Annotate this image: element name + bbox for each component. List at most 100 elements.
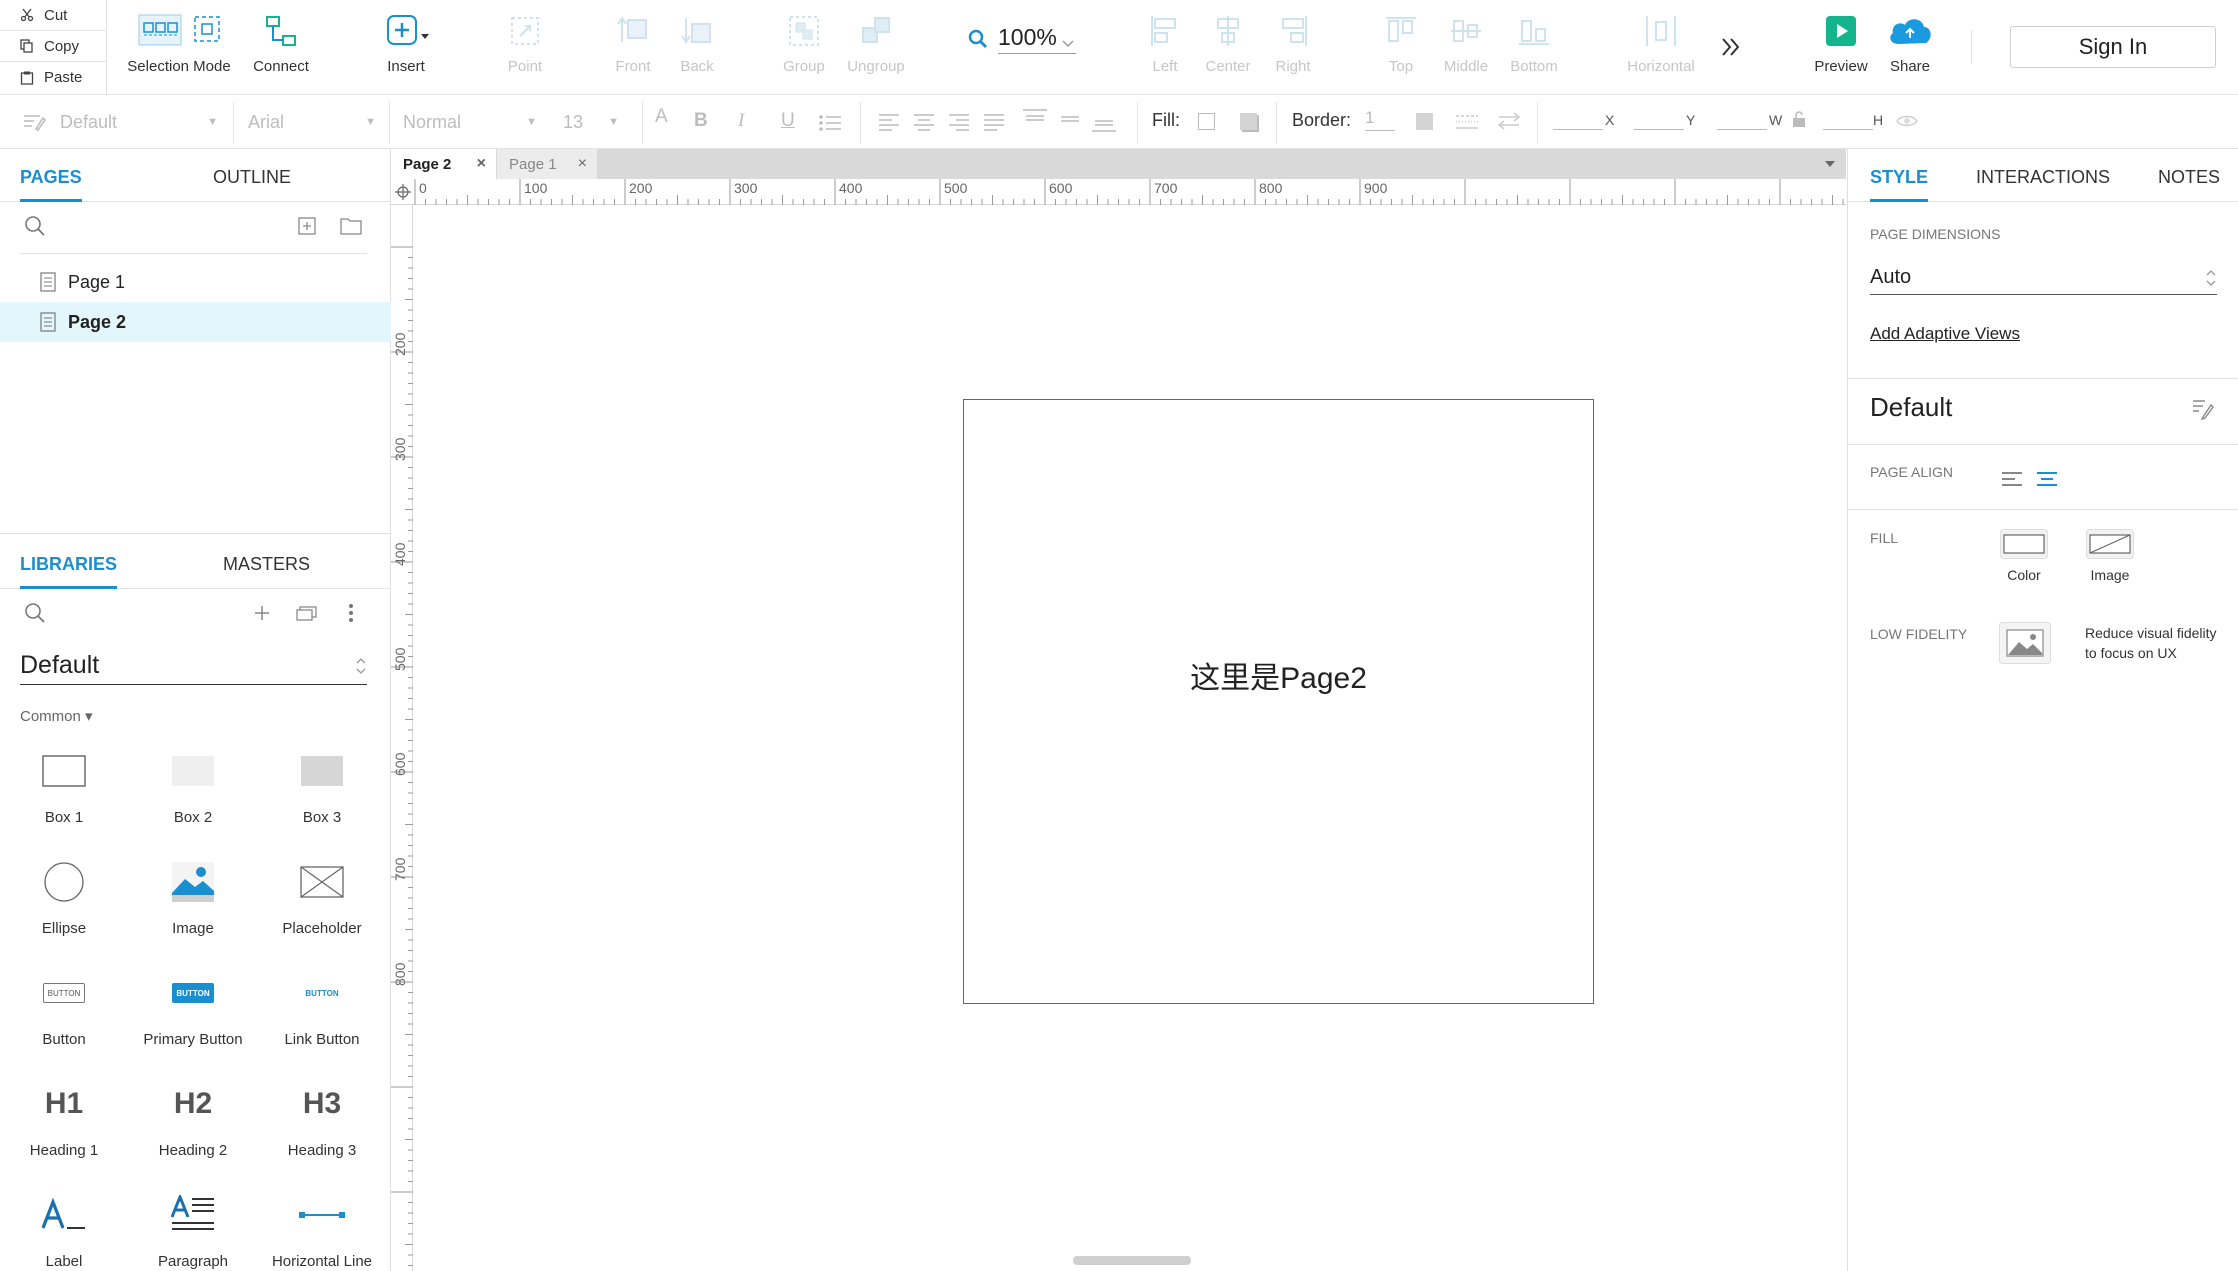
low-fidelity-toggle-icon[interactable] (1999, 622, 2051, 664)
more-options-icon[interactable] (348, 603, 354, 623)
page-align-center-icon[interactable] (2035, 470, 2059, 488)
widget-label: Ellipse (41, 920, 87, 937)
eye-icon[interactable] (1896, 114, 1918, 128)
font-family-dropdown[interactable]: Arial ▼ (248, 108, 380, 136)
ruler-origin-icon[interactable] (395, 184, 411, 200)
copy-button[interactable]: Copy (0, 31, 107, 62)
border-color-swatch[interactable] (1416, 113, 1433, 130)
design-canvas[interactable]: 这里是Page2 (414, 205, 1846, 1271)
sign-in-button[interactable]: Sign In (2010, 26, 2216, 68)
zoom-value[interactable]: 100% (998, 24, 1076, 54)
horizontal-scrollbar[interactable] (1073, 1256, 1191, 1265)
widget-label-item[interactable]: Label (0, 1185, 128, 1270)
edit-style-icon[interactable] (2191, 398, 2215, 420)
widget-box-3[interactable]: Box 3 (258, 741, 386, 826)
canvas-text[interactable]: 这里是Page2 (964, 653, 1593, 697)
doc-tab-page-1[interactable]: Page 1 × (497, 149, 597, 179)
tab-interactions[interactable]: INTERACTIONS (1976, 167, 2110, 188)
add-page-icon[interactable] (298, 217, 316, 235)
tab-notes[interactable]: NOTES (2158, 167, 2220, 188)
common-category[interactable]: Common ▾ (20, 707, 93, 725)
widget-image[interactable]: Image (129, 852, 257, 937)
close-icon[interactable]: × (578, 155, 587, 173)
fill-color-option[interactable]: Color (1998, 529, 2050, 583)
widget-link-button[interactable]: BUTTON Link Button (258, 963, 386, 1049)
selection-mode-button[interactable]: Selection Mode (124, 10, 234, 75)
widget-heading-2[interactable]: H2 Heading 2 (129, 1074, 257, 1159)
w-input[interactable] (1717, 116, 1767, 130)
text-align-left-icon[interactable] (878, 113, 900, 131)
widget-placeholder[interactable]: Placeholder (258, 852, 386, 937)
tab-pages[interactable]: PAGES (20, 167, 82, 202)
page-dimensions-select[interactable]: Auto (1870, 261, 2217, 295)
widget-box-2[interactable]: Box 2 (129, 741, 257, 826)
font-size-dropdown[interactable]: 13 ▼ (563, 108, 623, 136)
add-library-icon[interactable] (254, 605, 270, 621)
font-color-icon[interactable]: A (655, 106, 668, 128)
fill-color-swatch[interactable] (1198, 113, 1215, 130)
page-item-page-2[interactable]: Page 2 (0, 302, 391, 342)
lock-icon[interactable] (1792, 110, 1806, 128)
underline-icon[interactable]: U (781, 110, 795, 132)
distribute-horizontal-button[interactable]: Horizontal (1606, 10, 1716, 75)
widget-button[interactable]: BUTTON Button (0, 963, 128, 1048)
connect-button[interactable]: Connect (226, 10, 336, 75)
align-right-button[interactable]: Right (1238, 10, 1348, 75)
back-button[interactable]: Back (642, 10, 752, 75)
add-folder-icon[interactable] (340, 217, 362, 235)
font-weight-dropdown[interactable]: Normal ▼ (403, 108, 541, 136)
widget-box-1[interactable]: Box 1 (0, 741, 128, 826)
page-item-page-1[interactable]: Page 1 (0, 262, 391, 302)
valign-top-icon[interactable] (1022, 108, 1048, 132)
arrow-style-icon[interactable] (1497, 111, 1521, 131)
x-input[interactable] (1553, 116, 1603, 130)
point-button[interactable]: Point (470, 10, 580, 75)
page-align-left-icon[interactable] (2000, 470, 2024, 488)
search-icon[interactable] (24, 602, 46, 624)
border-style-icon[interactable] (1455, 113, 1479, 131)
bullet-list-icon[interactable] (818, 113, 842, 133)
paste-button[interactable]: Paste (0, 62, 107, 93)
insert-button[interactable]: Insert (351, 10, 461, 75)
fill-shadow-swatch[interactable] (1240, 113, 1257, 130)
heading-1-icon: H1 (44, 1087, 84, 1120)
more-tools-icon[interactable] (1720, 36, 1742, 58)
italic-icon[interactable]: I (738, 110, 744, 132)
tab-style[interactable]: STYLE (1870, 167, 1929, 202)
text-justify-icon[interactable] (983, 113, 1005, 131)
h-input[interactable] (1823, 116, 1873, 130)
cut-button[interactable]: Cut (0, 0, 107, 31)
tab-libraries[interactable]: LIBRARIES (20, 554, 118, 589)
library-select[interactable]: Default (20, 647, 367, 685)
align-bottom-button[interactable]: Bottom (1479, 10, 1589, 75)
widget-style-dropdown[interactable]: Default ▼ (60, 108, 222, 136)
fill-image-option[interactable]: Image (2084, 529, 2136, 583)
doc-tab-page-2[interactable]: Page 2 × (391, 149, 496, 179)
close-icon[interactable]: × (477, 155, 486, 173)
bold-icon[interactable]: B (694, 110, 708, 132)
format-divider (233, 102, 234, 144)
ungroup-button[interactable]: Ungroup (821, 10, 931, 75)
text-align-right-icon[interactable] (948, 113, 970, 131)
widget-heading-1[interactable]: H1 Heading 1 (0, 1074, 128, 1159)
valign-bottom-icon[interactable] (1091, 108, 1117, 132)
y-input[interactable] (1634, 116, 1684, 130)
search-icon[interactable] (24, 215, 46, 237)
tab-masters[interactable]: MASTERS (223, 554, 310, 575)
widget-heading-3[interactable]: H3 Heading 3 (258, 1074, 386, 1159)
widget-horizontal-line[interactable]: Horizontal Line (258, 1185, 386, 1270)
style-paint-icon[interactable] (22, 112, 46, 132)
valign-middle-icon[interactable] (1057, 108, 1083, 132)
text-align-center-icon[interactable] (913, 113, 935, 131)
widget-paragraph[interactable]: Paragraph (129, 1185, 257, 1270)
share-button[interactable]: Share (1855, 10, 1965, 75)
tab-outline[interactable]: OUTLINE (213, 167, 291, 188)
zoom-control[interactable]: 100% (968, 24, 1076, 54)
widget-primary-button[interactable]: BUTTON Primary Button (129, 963, 257, 1048)
widget-ellipse[interactable]: Ellipse (0, 852, 128, 937)
tab-overflow-chevron-icon[interactable] (1824, 160, 1836, 168)
add-adaptive-views-link[interactable]: Add Adaptive Views (1870, 324, 2020, 344)
border-width-input[interactable]: 1 (1365, 108, 1395, 131)
library-stack-icon[interactable] (296, 605, 318, 621)
canvas-rectangle[interactable]: 这里是Page2 (963, 399, 1594, 1004)
